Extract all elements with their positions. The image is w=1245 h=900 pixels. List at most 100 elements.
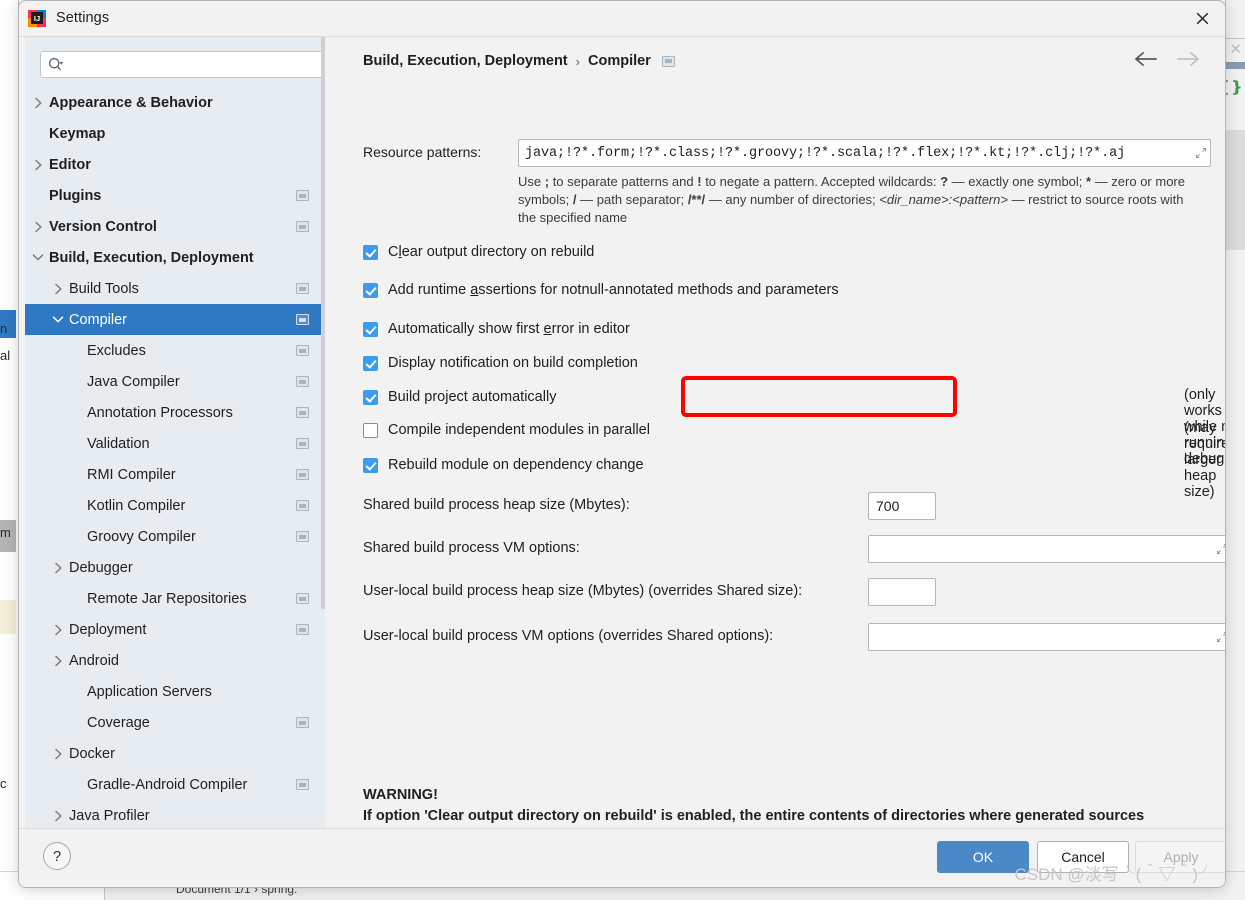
checkbox-rebuild-module-on-dependency-chang[interactable]	[363, 457, 378, 473]
checkbox-label-part: Display notification on build completion	[388, 355, 638, 371]
resource-patterns-input[interactable]	[519, 145, 1192, 161]
sidebar-item-java-profiler[interactable]: Java Profiler	[25, 800, 325, 829]
field-input-shared-build-process-heap-size-mbytes[interactable]	[869, 498, 1064, 514]
arrow-left-icon[interactable]	[1133, 51, 1159, 72]
hint-dirname-pattern: <dir_name>:<pattern>	[879, 192, 1008, 207]
field-input-wrapper-userlocal-build-process-heap-size-mbytes[interactable]	[868, 578, 1064, 606]
chevron-right-icon[interactable]	[51, 810, 65, 822]
checkbox-add-runtime[interactable]	[363, 282, 378, 298]
sidebar-item-groovy-compiler[interactable]: Groovy Compiler	[25, 521, 325, 552]
checkbox-build-project-automatically[interactable]	[363, 389, 378, 405]
checkbox-display-notification-on-build-comp[interactable]	[363, 355, 378, 371]
project-settings-icon	[296, 438, 309, 449]
sidebar-item-docker[interactable]: Docker	[25, 738, 325, 769]
chevron-down-icon[interactable]	[51, 315, 65, 324]
checkbox-label-part: Add runtime	[388, 282, 471, 298]
background-text-fragment: c	[0, 776, 7, 791]
checkbox-label: Automatically show first error in editor	[388, 321, 630, 337]
sidebar-item-label: Annotation Processors	[87, 404, 233, 421]
breadcrumb-parent[interactable]: Build, Execution, Deployment	[363, 53, 568, 69]
sidebar-item-label: Compiler	[69, 311, 128, 328]
checkbox-row-add-runtime[interactable]: Add runtime assertions for notnull-annot…	[363, 280, 839, 300]
field-input-shared-build-process-vm-options[interactable]	[869, 541, 1213, 557]
sidebar-item-excludes[interactable]: Excludes	[25, 335, 325, 366]
chevron-right-icon[interactable]	[51, 283, 65, 295]
sidebar-item-build-tools[interactable]: Build Tools	[25, 273, 325, 304]
checkbox-c[interactable]	[363, 244, 378, 260]
checkbox-label-part: Automatically show first	[388, 321, 544, 337]
hint-text: to negate a pattern. Accepted wildcards:	[701, 174, 941, 189]
chevron-down-icon[interactable]	[31, 253, 45, 262]
sidebar-item-label: Keymap	[49, 125, 106, 142]
sidebar-item-deployment[interactable]: Deployment	[25, 614, 325, 645]
project-settings-icon	[296, 283, 309, 294]
sidebar-item-editor[interactable]: Editor	[25, 149, 325, 180]
checkbox-row-build-project-automatically[interactable]: Build project automatically	[363, 387, 556, 407]
checkbox-label-part: Rebuild module on dependency change	[388, 457, 644, 473]
sidebar-item-annotation-processors[interactable]: Annotation Processors	[25, 397, 325, 428]
search-box[interactable]	[40, 51, 330, 78]
field-input-wrapper-shared-build-process-heap-size-mbytes[interactable]	[868, 492, 1064, 520]
expand-icon[interactable]	[1192, 147, 1210, 159]
background-text-fragment: al	[0, 348, 11, 363]
chevron-right-icon[interactable]	[51, 624, 65, 636]
sidebar-item-rmi-compiler[interactable]: RMI Compiler	[25, 459, 325, 490]
field-input-userlocal-build-process-vm-options-overr[interactable]	[869, 629, 1213, 645]
arrow-right-icon[interactable]	[1175, 51, 1201, 72]
sidebar-item-label: Java Compiler	[87, 373, 180, 390]
search-input[interactable]	[64, 57, 329, 72]
intellij-idea-icon: IJ	[28, 9, 46, 27]
checkbox-label: Compile independent modules in parallel	[388, 422, 650, 438]
sidebar-item-debugger[interactable]: Debugger	[25, 552, 325, 583]
project-settings-icon	[296, 593, 309, 604]
sidebar-item-java-compiler[interactable]: Java Compiler	[25, 366, 325, 397]
sidebar-item-application-servers[interactable]: Application Servers	[25, 676, 325, 707]
sidebar-item-label: Remote Jar Repositories	[87, 590, 247, 607]
field-input-wrapper-shared-build-process-vm-options[interactable]	[868, 535, 1225, 563]
checkbox-row-automatically-show-first[interactable]: Automatically show first error in editor	[363, 319, 630, 339]
checkbox-label: Build project automatically	[388, 389, 556, 405]
sidebar-item-compiler[interactable]: Compiler	[25, 304, 325, 335]
dialog-title: Settings	[56, 10, 110, 26]
chevron-right-icon[interactable]	[51, 655, 65, 667]
expand-icon[interactable]	[1213, 543, 1225, 555]
sidebar-item-version-control[interactable]: Version Control	[25, 211, 325, 242]
checkbox-row-c[interactable]: Clear output directory on rebuild	[363, 242, 594, 262]
checkbox-label-part: rror in editor	[551, 321, 630, 337]
sidebar-item-appearance-behavior[interactable]: Appearance & Behavior	[25, 87, 325, 118]
chevron-right-icon[interactable]	[31, 159, 45, 171]
checkbox-row-rebuild-module-on-dependency-chang[interactable]: Rebuild module on dependency change	[363, 455, 644, 475]
sidebar-item-label: Appearance & Behavior	[49, 94, 213, 111]
help-button[interactable]: ?	[43, 842, 71, 870]
sidebar-item-coverage[interactable]: Coverage	[25, 707, 325, 738]
background-text-fragment: n	[0, 321, 8, 336]
sidebar-item-remote-jar-repositories[interactable]: Remote Jar Repositories	[25, 583, 325, 614]
resource-patterns-row: Resource patterns:	[363, 139, 1211, 167]
sidebar-item-validation[interactable]: Validation	[25, 428, 325, 459]
checkbox-row-compile-independent-modules-in-par[interactable]: Compile independent modules in parallel	[363, 420, 650, 440]
project-settings-icon	[661, 55, 675, 67]
warning-line-1: If option 'Clear output directory on reb…	[363, 808, 1145, 824]
field-input-userlocal-build-process-heap-size-mbytes[interactable]	[869, 584, 1064, 600]
project-settings-icon	[296, 407, 309, 418]
sidebar-item-gradle-android-compiler[interactable]: Gradle-Android Compiler	[25, 769, 325, 800]
chevron-right-icon[interactable]	[51, 562, 65, 574]
chevron-right-icon[interactable]	[31, 97, 45, 109]
hint-text: to separate patterns and	[549, 174, 698, 189]
checkbox-label-part: C	[388, 244, 399, 260]
sidebar-item-label: Java Profiler	[69, 807, 150, 824]
field-input-wrapper-userlocal-build-process-vm-options-overr[interactable]	[868, 623, 1225, 651]
sidebar-item-plugins[interactable]: Plugins	[25, 180, 325, 211]
sidebar-item-kotlin-compiler[interactable]: Kotlin Compiler	[25, 490, 325, 521]
sidebar-item-keymap[interactable]: Keymap	[25, 118, 325, 149]
resource-patterns-field[interactable]	[518, 139, 1211, 167]
checkbox-compile-independent-modules-in-par[interactable]	[363, 422, 378, 438]
checkbox-automatically-show-first[interactable]	[363, 321, 378, 337]
chevron-right-icon[interactable]	[31, 221, 45, 233]
chevron-right-icon[interactable]	[51, 748, 65, 760]
checkbox-label-mnemonic: e	[543, 321, 552, 337]
checkbox-row-display-notification-on-build-comp[interactable]: Display notification on build completion	[363, 353, 638, 373]
sidebar-item-android[interactable]: Android	[25, 645, 325, 676]
sidebar-item-build-execution-deployment[interactable]: Build, Execution, Deployment	[25, 242, 325, 273]
expand-icon[interactable]	[1213, 631, 1225, 643]
